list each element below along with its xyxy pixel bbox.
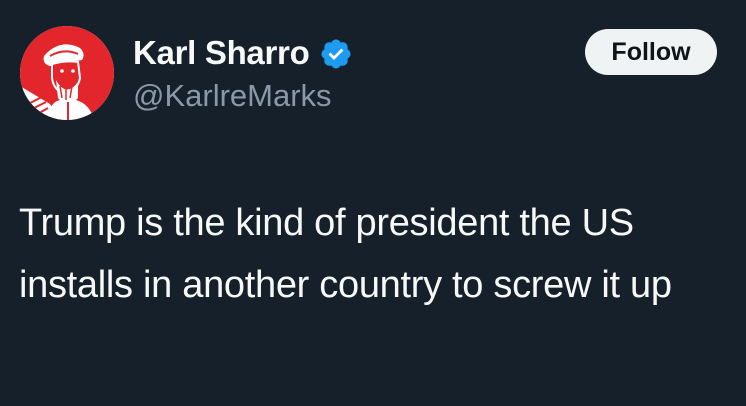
tweet-text: Trump is the kind of president the US in… bbox=[19, 202, 672, 306]
author-handle[interactable]: @KarlreMarks bbox=[133, 78, 332, 114]
author-display-name[interactable]: Karl Sharro bbox=[133, 34, 310, 72]
follow-button[interactable]: Follow bbox=[585, 29, 717, 75]
avatar[interactable] bbox=[20, 26, 114, 120]
verified-badge-icon bbox=[319, 37, 353, 71]
tweet-card: Karl Sharro @KarlreMarks Follow Trump is… bbox=[0, 0, 746, 406]
author-name-row: Karl Sharro bbox=[133, 30, 353, 76]
avatar-portrait-icon bbox=[20, 26, 114, 120]
